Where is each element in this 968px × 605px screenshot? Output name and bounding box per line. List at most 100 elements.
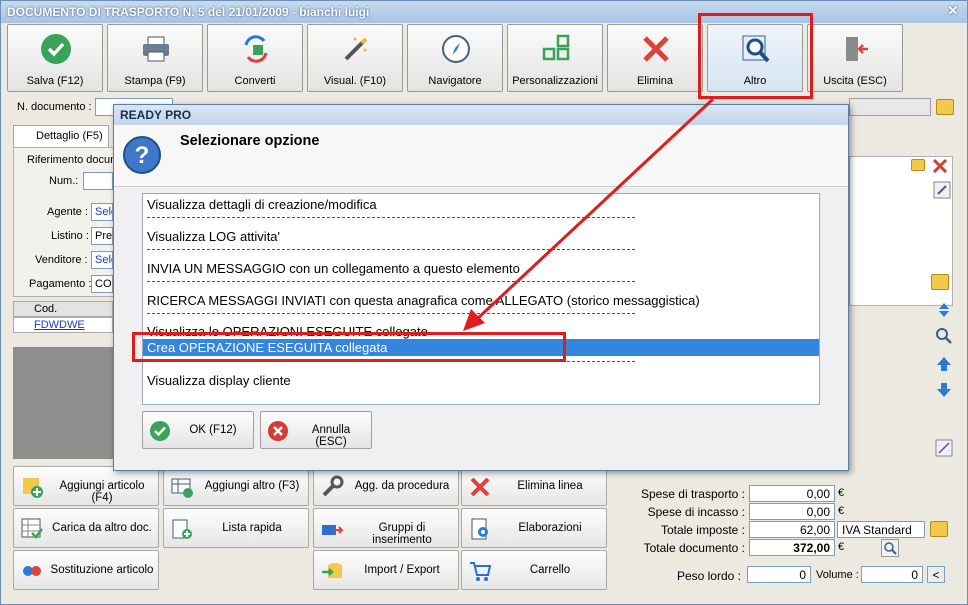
tab-dettaglio-label: Dettaglio (F5) [36, 130, 103, 142]
arrow-down-icon[interactable] [935, 381, 953, 399]
delete-icon[interactable] [931, 157, 949, 175]
pagamento-input[interactable]: CO [91, 275, 113, 293]
view-button[interactable]: Visual. (F10) [307, 24, 403, 92]
num-input[interactable] [83, 172, 113, 190]
window-titlebar: DOCUMENTO DI TRASPORTO N. 5 del 21/01/20… [1, 1, 967, 23]
zoom-icon[interactable] [881, 539, 899, 557]
check-icon [41, 34, 71, 64]
volume-input[interactable]: 0 [861, 566, 923, 583]
add-other-button[interactable]: Aggiungi altro (F3) [163, 466, 309, 506]
agente-input[interactable]: Sele [91, 203, 113, 221]
list-item[interactable]: RICERCA MESSAGGI INVIATI con questa anag… [143, 292, 819, 309]
folder-icon[interactable] [911, 159, 925, 171]
listino-input[interactable]: Pre [91, 227, 113, 245]
total-taxes-input: 62,00 [749, 521, 835, 538]
vat-field[interactable]: IVA Standard [837, 521, 925, 538]
load-from-doc-button[interactable]: Carica da altro doc. [13, 508, 159, 548]
list-item[interactable]: Visualizza LOG attivita' [143, 228, 819, 245]
x-icon [470, 477, 490, 497]
altro-highlight-box [698, 13, 813, 99]
dialog-title: READY PRO [114, 105, 848, 125]
check-icon [150, 421, 170, 441]
add-from-procedure-button[interactable]: Agg. da procedura [313, 466, 459, 506]
import-export-button[interactable]: Import / Export [313, 550, 459, 590]
exit-button[interactable]: Uscita (ESC) [807, 24, 903, 92]
agente-label: Agente : [47, 206, 88, 218]
grid-header: Cod. [13, 301, 113, 317]
svg-text:?: ? [135, 142, 150, 169]
folder-icon[interactable] [936, 99, 954, 115]
list-item[interactable]: Visualizza dettagli di creazione/modific… [143, 196, 819, 213]
tab-dettaglio[interactable]: Dettaglio (F5) [13, 125, 109, 147]
collapse-button[interactable]: < [927, 566, 945, 583]
list-item[interactable]: INVIA UN MESSAGGIO con un collegamento a… [143, 260, 819, 277]
compass-icon [442, 35, 470, 63]
window-title: DOCUMENTO DI TRASPORTO N. 5 del 21/01/20… [7, 5, 370, 19]
printer-icon [143, 36, 169, 62]
add-article-button[interactable]: Aggiungi articolo (F4) [13, 466, 159, 506]
riferimento-label: Riferimento docum [27, 154, 120, 166]
separator [147, 217, 635, 218]
groups-icon [322, 525, 344, 535]
load-doc-icon [21, 518, 43, 539]
arrow-up-icon[interactable] [935, 355, 953, 373]
venditore-label: Venditore : [35, 254, 88, 266]
edit-icon[interactable] [933, 181, 951, 199]
total-document-input: 372,00 [749, 539, 835, 556]
separator [147, 281, 635, 282]
print-button[interactable]: Stampa (F9) [107, 24, 203, 92]
currency-label: € [838, 505, 845, 517]
quick-list-button[interactable]: Lista rapida [163, 508, 309, 548]
add-other-icon [171, 478, 193, 498]
folder-icon[interactable] [931, 274, 949, 290]
sort-icon[interactable] [935, 301, 953, 319]
import-export-icon [322, 563, 342, 578]
total-taxes-label: Totale imposte : [660, 523, 745, 537]
replace-article-button[interactable]: Sostituzione articolo [13, 550, 159, 590]
save-button[interactable]: Salva (F12) [7, 24, 103, 92]
main-window: DOCUMENTO DI TRASPORTO N. 5 del 21/01/20… [0, 0, 968, 605]
x-icon [643, 36, 669, 62]
search-icon[interactable] [935, 327, 953, 345]
wrench-icon [322, 475, 344, 497]
convert-button[interactable]: Converti [207, 24, 303, 92]
delete-line-button[interactable]: Elimina linea [461, 466, 607, 506]
list-item[interactable]: Visualizza display cliente [143, 372, 819, 389]
delete-button[interactable]: Elimina [607, 24, 703, 92]
grid-icon [542, 34, 570, 61]
separator [147, 313, 635, 314]
volume-label: Volume : [816, 569, 859, 581]
insertion-groups-button[interactable]: Gruppi di inserimento [313, 508, 459, 548]
gross-weight-input[interactable]: 0 [747, 566, 811, 583]
magic-wand-icon [344, 37, 368, 61]
pagamento-label: Pagamento : [29, 278, 92, 290]
cart-icon [470, 562, 492, 581]
folder-icon[interactable] [930, 521, 948, 537]
exit-icon [846, 37, 868, 61]
shipping-costs-input[interactable]: 0,00 [749, 485, 835, 502]
close-window-icon[interactable]: ✕ [945, 3, 961, 19]
collection-costs-label: Spese di incasso : [647, 505, 745, 519]
gear-doc-icon [471, 518, 488, 540]
total-document-label: Totale documento : [643, 541, 745, 555]
venditore-input[interactable]: Sele [91, 251, 113, 269]
options-list: Visualizza dettagli di creazione/modific… [142, 193, 820, 405]
dialog-heading: Selezionare opzione [180, 133, 320, 149]
dialog-header: ? Selezionare opzione [114, 125, 848, 187]
replace-icon [23, 566, 41, 576]
cart-button[interactable]: Carrello [461, 550, 607, 590]
customize-button[interactable]: Personalizzazioni [507, 24, 603, 92]
add-article-icon [23, 478, 43, 498]
cancel-button[interactable]: Annulla (ESC) [260, 411, 372, 449]
separator [147, 249, 635, 250]
navigator-button[interactable]: Navigatore [407, 24, 503, 92]
grid-empty-area [13, 347, 113, 459]
listino-label: Listino : [51, 230, 89, 242]
ok-button[interactable]: OK (F12) [142, 411, 254, 449]
table-row[interactable]: FDWDWE [13, 317, 113, 333]
quick-list-icon [172, 519, 192, 539]
convert-icon [244, 35, 268, 63]
elaborations-button[interactable]: Elaborazioni [461, 508, 607, 548]
resize-icon[interactable] [935, 439, 953, 457]
collection-costs-input[interactable]: 0,00 [749, 503, 835, 520]
